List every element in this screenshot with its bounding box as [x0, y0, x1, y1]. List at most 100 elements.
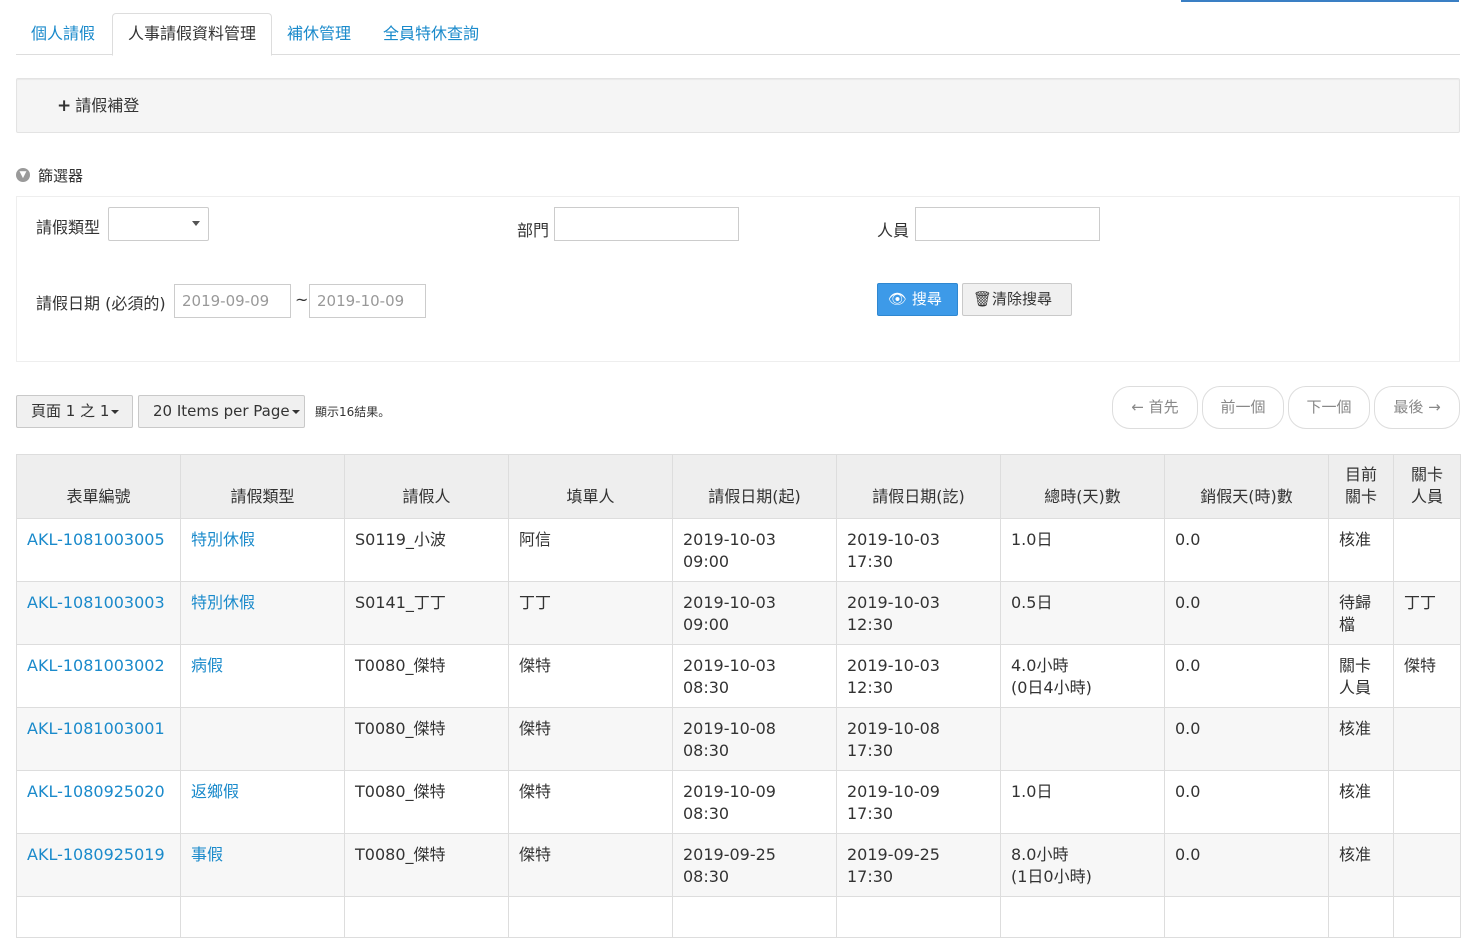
- stage-person-cell: [1393, 707, 1461, 771]
- department-label: 部門: [517, 221, 550, 240]
- col-header-end-date[interactable]: 請假日期(訖): [836, 454, 1001, 519]
- search-button[interactable]: 👁 搜尋: [877, 283, 958, 316]
- caret-down-icon: [111, 409, 120, 414]
- table-row: AKL-1081003002 病假 T0080_傑特 傑特 2019-10-03…: [16, 644, 1461, 708]
- add-leave-button[interactable]: + 請假補登: [57, 79, 139, 132]
- col-header-start-date[interactable]: 請假日期(起): [672, 454, 837, 519]
- date-from-input[interactable]: 2019-09-09: [174, 284, 291, 318]
- start-date-cell: 2019-10-09 08:30: [672, 770, 837, 834]
- col-header-leave-type[interactable]: 請假類型: [180, 454, 345, 519]
- stage-person-cell: [1393, 833, 1461, 897]
- table-row: AKL-1080925020 返鄉假 T0080_傑特 傑特 2019-10-0…: [16, 770, 1461, 834]
- chevron-down-icon: ▼: [16, 168, 30, 182]
- leave-type-link[interactable]: 特別休假: [191, 593, 255, 612]
- col-header-stage-person[interactable]: 關卡 人員: [1393, 454, 1461, 519]
- applicant-cell: T0080_傑特: [344, 707, 509, 771]
- table-row: AKL-1081003005 特別休假 S0119_小波 阿信 2019-10-…: [16, 518, 1461, 582]
- stage-person-cell: [1393, 896, 1461, 938]
- total-cell: 8.0小時 (1日0小時): [1000, 833, 1165, 897]
- add-leave-label: 請假補登: [75, 96, 140, 115]
- col-header-total[interactable]: 總時(天)數: [1000, 454, 1165, 519]
- end-date-cell: 2019-10-03 17:30: [836, 518, 1001, 582]
- per-page-select-button[interactable]: 20 Items per Page: [138, 395, 305, 428]
- end-date-cell: 2019-10-08 17:30: [836, 707, 1001, 771]
- form-no-link[interactable]: AKL-1081003002: [27, 656, 165, 675]
- end-date-cell: [836, 896, 1001, 938]
- filler-cell: 傑特: [508, 770, 673, 834]
- tab-compensatory-leave[interactable]: 補休管理: [272, 13, 366, 55]
- leave-type-link[interactable]: 事假: [191, 845, 223, 864]
- prev-page-button[interactable]: 前一個: [1202, 386, 1284, 429]
- stage-cell: 關卡 人員: [1328, 644, 1394, 708]
- filler-cell: 傑特: [508, 707, 673, 771]
- col-header-current-stage[interactable]: 目前 關卡: [1328, 454, 1394, 519]
- filler-cell: [508, 896, 673, 938]
- start-date-cell: 2019-10-03 09:00: [672, 581, 837, 645]
- tab-hr-leave-management[interactable]: 人事請假資料管理: [112, 13, 273, 56]
- stage-cell: 核准: [1328, 770, 1394, 834]
- form-no-link[interactable]: AKL-1081003001: [27, 719, 165, 738]
- filler-cell: 阿信: [508, 518, 673, 582]
- leave-date-label: 請假日期 (必須的): [36, 294, 166, 313]
- applicant-cell: T0080_傑特: [344, 644, 509, 708]
- end-date-cell: 2019-10-03 12:30: [836, 581, 1001, 645]
- stage-cell: 待歸 檔: [1328, 581, 1394, 645]
- tab-annual-leave-query[interactable]: 全員特休查詢: [368, 13, 494, 55]
- leave-type-label: 請假類型: [36, 218, 101, 237]
- col-header-form-no[interactable]: 表單編號: [16, 454, 181, 519]
- caret-down-icon: [192, 221, 200, 226]
- filter-toggle[interactable]: ▼ 篩選器: [16, 166, 83, 186]
- stage-cell: 核准: [1328, 833, 1394, 897]
- last-page-button[interactable]: 最後 →: [1374, 386, 1460, 429]
- total-cell: [1000, 707, 1165, 771]
- leave-type-link[interactable]: 特別休假: [191, 530, 255, 549]
- form-no-link[interactable]: AKL-1080925020: [27, 782, 165, 801]
- form-no-link[interactable]: AKL-1081003003: [27, 593, 165, 612]
- page-select-label: 頁面 1 之 1: [31, 402, 110, 420]
- eye-icon: 👁: [888, 290, 908, 308]
- start-date-cell: 2019-10-08 08:30: [672, 707, 837, 771]
- applicant-cell: T0080_傑特: [344, 833, 509, 897]
- cancelled-cell: 0.0: [1164, 833, 1329, 897]
- leave-type-select[interactable]: [108, 207, 209, 241]
- leave-type-link[interactable]: 病假: [191, 656, 223, 675]
- filter-title: 篩選器: [38, 167, 84, 185]
- total-cell: [1000, 896, 1165, 938]
- leave-records-table: 表單編號 請假類型 請假人 填單人 請假日期(起) 請假日期(訖) 總時(天)數…: [16, 454, 1461, 938]
- next-page-button[interactable]: 下一個: [1288, 386, 1370, 429]
- page-select-button[interactable]: 頁面 1 之 1: [16, 395, 133, 428]
- cancelled-cell: 0.0: [1164, 770, 1329, 834]
- leave-type-link[interactable]: 返鄉假: [191, 782, 239, 801]
- filler-cell: 傑特: [508, 833, 673, 897]
- tab-personal-leave[interactable]: 個人請假: [16, 13, 110, 55]
- applicant-cell: T0080_傑特: [344, 770, 509, 834]
- person-input[interactable]: [915, 207, 1100, 241]
- table-row: AKL-1081003001 T0080_傑特 傑特 2019-10-08 08…: [16, 707, 1461, 771]
- total-cell: 4.0小時 (0日4小時): [1000, 644, 1165, 708]
- end-date-cell: 2019-10-09 17:30: [836, 770, 1001, 834]
- stage-person-cell: 傑特: [1393, 644, 1461, 708]
- date-to-input[interactable]: 2019-10-09: [309, 284, 426, 318]
- table-header-row: 表單編號 請假類型 請假人 填單人 請假日期(起) 請假日期(訖) 總時(天)數…: [16, 454, 1461, 519]
- plus-icon: +: [57, 96, 72, 116]
- cancelled-cell: [1164, 896, 1329, 938]
- col-header-cancelled[interactable]: 銷假天(時)數: [1164, 454, 1329, 519]
- clear-search-button[interactable]: 🗑清除搜尋: [962, 283, 1072, 316]
- filler-cell: 丁丁: [508, 581, 673, 645]
- col-header-applicant[interactable]: 請假人: [344, 454, 509, 519]
- applicant-cell: [344, 896, 509, 938]
- cancelled-cell: 0.0: [1164, 518, 1329, 582]
- cancelled-cell: 0.0: [1164, 644, 1329, 708]
- tab-bar: 個人請假 人事請假資料管理 補休管理 全員特休查詢: [16, 13, 1460, 56]
- stage-person-cell: 丁丁: [1393, 581, 1461, 645]
- department-input[interactable]: [554, 207, 739, 241]
- end-date-cell: 2019-10-03 12:30: [836, 644, 1001, 708]
- form-no-link[interactable]: AKL-1081003005: [27, 530, 165, 549]
- trash-icon: 🗑: [973, 290, 993, 308]
- col-header-filler[interactable]: 填單人: [508, 454, 673, 519]
- result-count: 顯示16結果。: [315, 405, 391, 419]
- form-no-link[interactable]: AKL-1080925019: [27, 845, 165, 864]
- first-page-button[interactable]: ← 首先: [1112, 386, 1198, 429]
- total-cell: 0.5日: [1000, 581, 1165, 645]
- applicant-cell: S0119_小波: [344, 518, 509, 582]
